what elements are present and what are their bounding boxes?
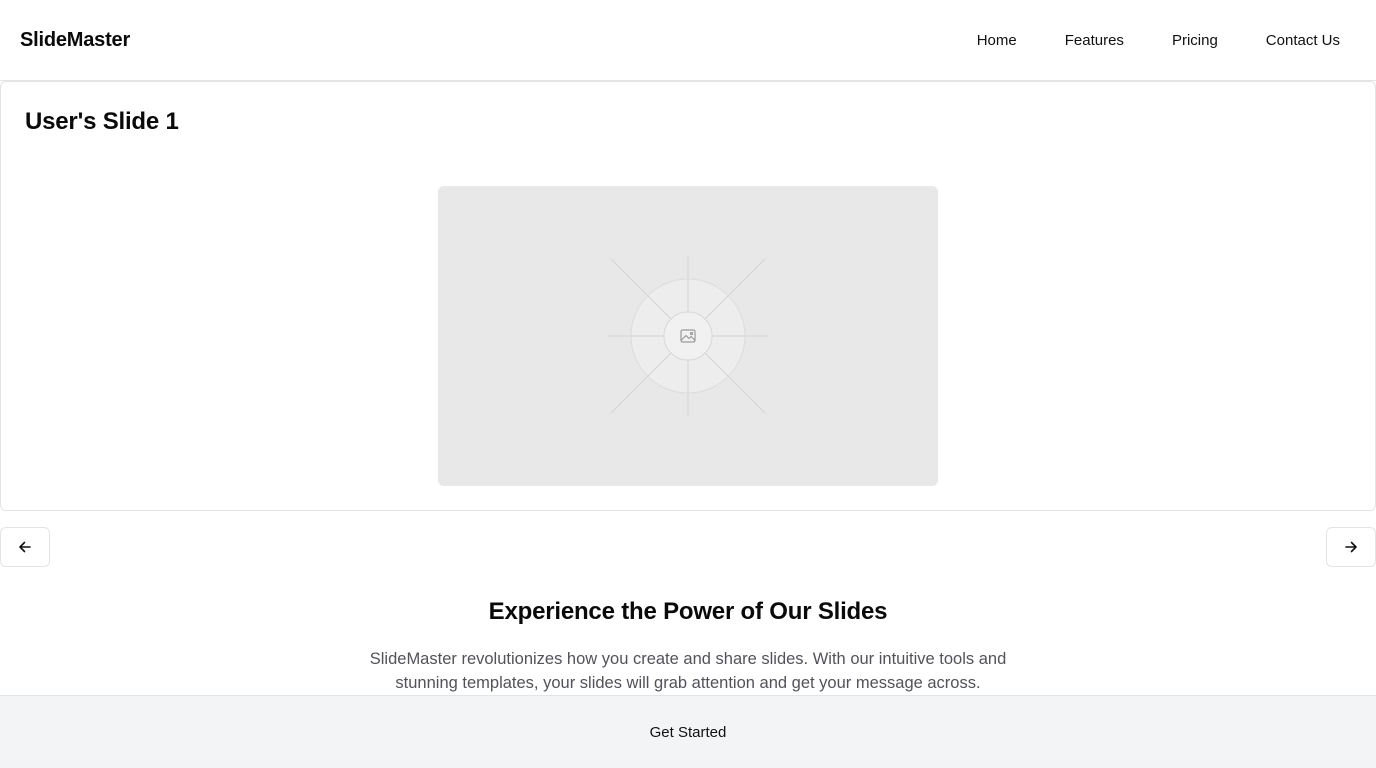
nav-contact-us[interactable]: Contact Us [1266, 32, 1340, 49]
slide-card: User's Slide 1 [0, 81, 1376, 511]
arrow-left-icon [19, 541, 31, 553]
section-heading: Experience the Power of Our Slides [488, 598, 888, 625]
slide-image-placeholder [438, 186, 938, 486]
footer-bar: Get Started [0, 695, 1376, 768]
section-description: SlideMaster revolutionizes how you creat… [369, 650, 1007, 692]
get-started-button[interactable]: Get Started [650, 724, 727, 741]
nav-features[interactable]: Features [1065, 32, 1124, 49]
site-header: SlideMaster Home Features Pricing Contac… [0, 0, 1376, 81]
arrow-right-icon [1345, 541, 1357, 553]
image-placeholder-icon [608, 256, 768, 416]
nav-pricing[interactable]: Pricing [1172, 32, 1218, 49]
logo[interactable]: SlideMaster [20, 29, 130, 52]
nav-home[interactable]: Home [977, 32, 1017, 49]
previous-slide-button[interactable] [0, 527, 50, 567]
next-slide-button[interactable] [1326, 527, 1376, 567]
main-nav: Home Features Pricing Contact Us [977, 32, 1340, 49]
slide-title: User's Slide 1 [25, 108, 179, 135]
